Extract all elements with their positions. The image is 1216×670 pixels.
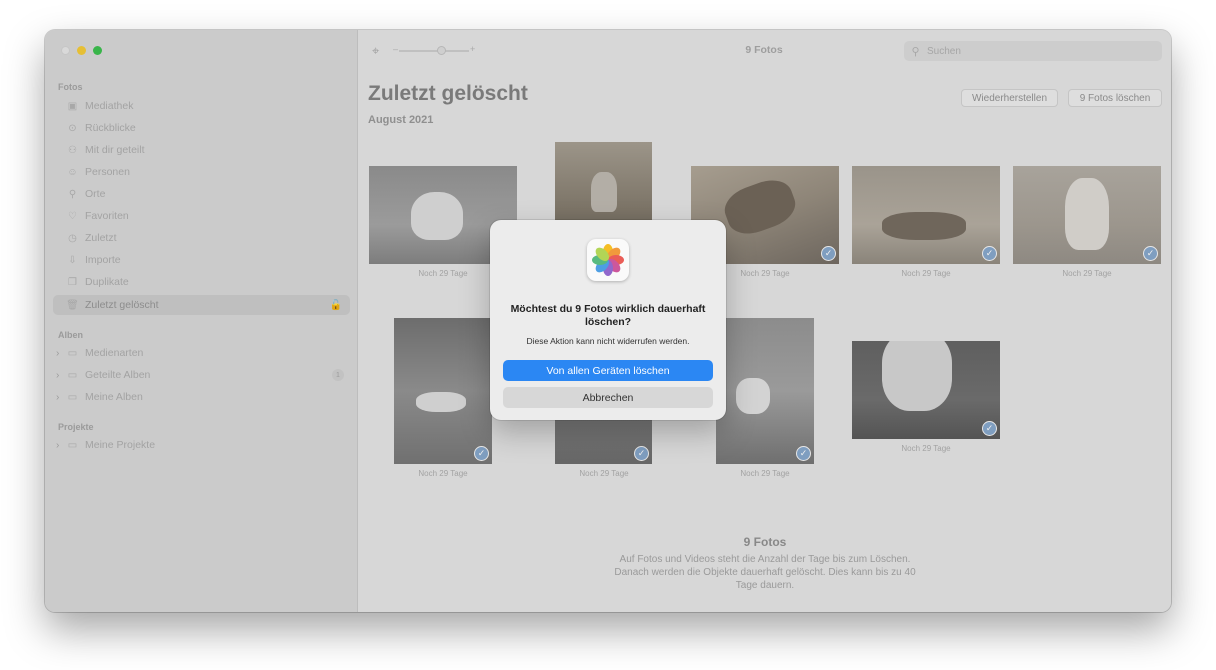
delete-all-button[interactable]: 9 Fotos löschen [1068,89,1162,107]
restore-button[interactable]: Wiederherstellen [961,89,1058,107]
chevron-right-icon[interactable]: › [56,392,59,403]
sidebar-item-label: Personen [85,166,130,178]
people-icon: ☺ [67,166,78,178]
unlock-icon[interactable]: 🔓 [330,300,342,311]
sidebar-item-personen[interactable]: ☺ Personen [53,162,350,182]
zoom-slider-knob[interactable] [437,46,446,55]
shared-with-you-icon: ⚇ [68,144,77,156]
checkmark-icon[interactable]: ✓ [982,421,997,436]
sidebar-item-zuletzt[interactable]: ◷ Zuletzt [53,228,350,248]
sidebar-item-label: Zuletzt [85,232,117,244]
sidebar-item-label: Rückblicke [85,122,136,134]
close-button[interactable] [61,46,70,55]
section-label-projekte: Projekte [58,422,94,432]
photo-thumbnail[interactable]: ✓ [852,166,1000,264]
sidebar-item-label: Duplikate [85,276,129,288]
sidebar-item-label: Importe [85,254,121,266]
dialog-title: Möchtest du 9 Fotos wirklich dauerhaft l… [510,303,706,328]
sidebar-item-label: Mit dir geteilt [85,144,145,156]
zoom-button[interactable] [93,46,102,55]
chevron-right-icon[interactable]: › [56,370,59,381]
delete-from-all-devices-button[interactable]: Von allen Geräten löschen [503,360,713,381]
zoom-in-icon[interactable]: + [470,44,475,54]
folder-icon: ▭ [67,391,78,403]
chevron-right-icon[interactable]: › [56,440,59,451]
sidebar-item-mit-dir-geteilt[interactable]: ⚇ Mit dir geteilt [53,140,350,160]
heart-icon: ♡ [68,210,77,222]
photo-thumbnail[interactable]: ✓ [716,318,814,464]
cancel-button[interactable]: Abbrechen [503,387,713,408]
sidebar-item-label: Mediathek [85,100,134,112]
chevron-right-icon[interactable]: › [56,348,59,359]
sidebar-item-label: Meine Projekte [85,439,156,451]
photo-thumbnail[interactable]: ✓ [852,341,1000,439]
checkmark-icon[interactable]: ✓ [634,446,649,461]
zoom-out-icon[interactable]: – [393,44,398,54]
sidebar-item-favoriten[interactable]: ♡ Favoriten [53,206,350,226]
page-title: Zuletzt gelöscht [368,82,528,105]
sidebar-item-zuletzt-geloescht[interactable]: 🗑 Zuletzt gelöscht 🔓 [53,295,350,315]
sidebar-item-importe[interactable]: ⇩ Importe [53,250,350,270]
sidebar-item-duplikate[interactable]: ❐ Duplikate [53,272,350,292]
checkmark-icon[interactable]: ✓ [982,246,997,261]
minimize-button[interactable] [77,46,86,55]
sidebar-item-meine-alben[interactable]: › ▭ Meine Alben [53,387,350,407]
search-icon: ⚲ [911,45,920,58]
photos-app-icon [587,239,629,281]
photo-caption: Noch 29 Tage [901,269,951,278]
search-input[interactable]: ⚲ Suchen [904,41,1162,61]
search-placeholder: Suchen [927,45,961,57]
sidebar-item-mediathek[interactable]: ▣ Mediathek [53,96,350,116]
memories-icon: ⊙ [68,122,77,134]
sidebar-item-medienarten[interactable]: › ▭ Medienarten [53,343,350,363]
section-label-fotos: Fotos [58,82,83,92]
window-controls [61,46,102,55]
sidebar-item-label: Favoriten [85,210,129,222]
photo-caption: Noch 29 Tage [901,444,951,453]
count-badge: 1 [332,369,344,381]
dialog-message: Diese Aktion kann nicht widerrufen werde… [526,336,690,346]
checkmark-icon[interactable]: ✓ [796,446,811,461]
footer-description: Auf Fotos und Videos steht die Anzahl de… [614,554,916,591]
sidebar-item-label: Orte [85,188,106,200]
checkmark-icon[interactable]: ✓ [474,446,489,461]
folder-icon: ▭ [67,439,78,451]
library-icon: ▣ [67,100,78,112]
sidebar-item-label: Geteilte Alben [85,369,151,381]
sidebar-item-label: Medienarten [85,347,144,359]
sidebar-item-label: Zuletzt gelöscht [85,299,159,311]
import-icon: ⇩ [68,254,77,266]
checkmark-icon[interactable]: ✓ [1143,246,1158,261]
places-icon: ⚲ [68,188,77,200]
sidebar-item-orte[interactable]: ⚲ Orte [53,184,350,204]
duplicates-icon: ❐ [68,276,77,288]
photo-thumbnail[interactable]: ✓ [1013,166,1161,264]
photo-caption: Noch 29 Tage [1062,269,1112,278]
sidebar: Fotos ▣ Mediathek ⊙ Rückblicke ⚇ Mit dir… [45,30,358,612]
sidebar-item-label: Meine Alben [85,391,143,403]
photo-thumbnail[interactable]: ✓ [394,318,492,464]
window-title: 9 Fotos [745,44,783,56]
main-content: ⌖ – + 9 Fotos ⚲ Suchen Zuletzt gelöscht … [359,30,1171,612]
sidebar-item-meine-projekte[interactable]: › ▭ Meine Projekte [53,435,350,455]
sidebar-item-geteilte-alben[interactable]: › ▭ Geteilte Alben 1 [53,365,350,385]
footer-count-title: 9 Fotos [743,535,787,549]
photo-caption: Noch 29 Tage [740,469,790,478]
photo-caption: Noch 29 Tage [418,469,468,478]
checkmark-icon[interactable]: ✓ [821,246,836,261]
date-subtitle: August 2021 [368,114,434,126]
folder-icon: ▭ [67,347,78,359]
slideshow-icon[interactable]: ⌖ [372,43,379,59]
trash-icon: 🗑 [66,299,79,311]
photo-caption: Noch 29 Tage [579,469,629,478]
zoom-slider[interactable] [399,50,469,52]
section-label-alben: Alben [58,330,84,340]
photo-thumbnail[interactable]: ✓ [555,420,652,464]
clock-icon: ◷ [68,232,77,244]
folder-icon: ▭ [67,369,78,381]
sidebar-item-rueckblicke[interactable]: ⊙ Rückblicke [53,118,350,138]
delete-confirmation-dialog: Möchtest du 9 Fotos wirklich dauerhaft l… [490,220,726,420]
